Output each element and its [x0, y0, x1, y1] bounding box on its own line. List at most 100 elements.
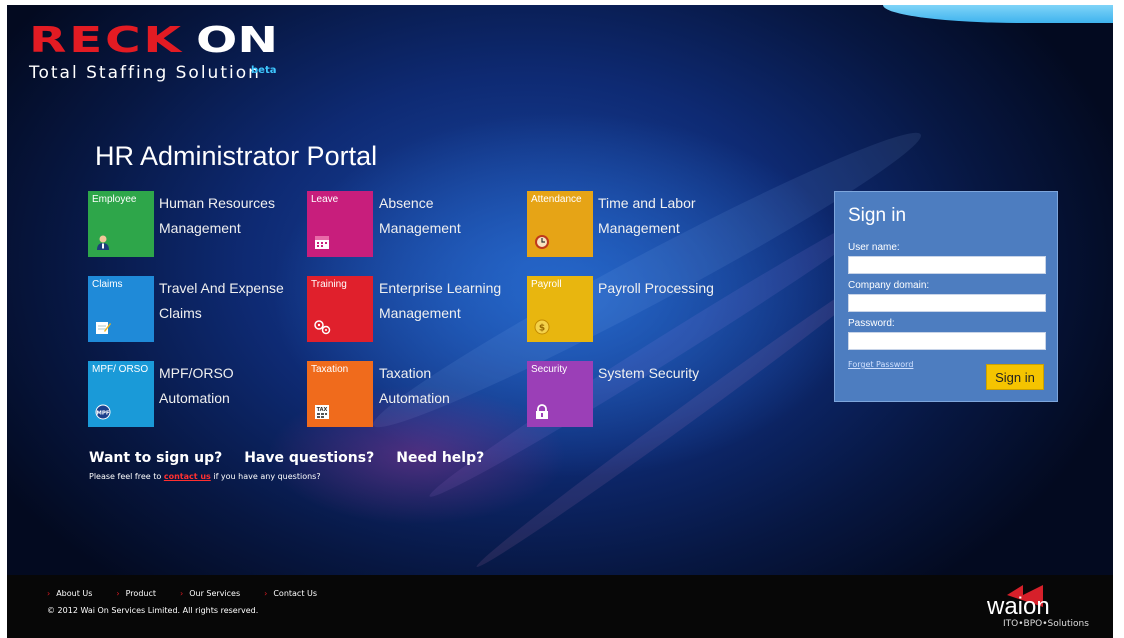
module-title-line1: Taxation: [379, 365, 432, 381]
module-title-line1: Payroll Processing: [598, 280, 714, 296]
module-title-learning[interactable]: Enterprise Learning Management: [379, 276, 529, 326]
tile-taxation[interactable]: Taxation TAX: [307, 361, 373, 427]
footer-link-label: Product: [125, 589, 156, 598]
signin-panel: Sign in User name: Company domain: Passw…: [834, 191, 1058, 402]
waion-wordmark: waion: [987, 593, 1050, 620]
module-title-security[interactable]: System Security: [598, 361, 748, 386]
tile-label: Payroll: [531, 279, 562, 290]
username-label: User name:: [848, 242, 900, 253]
company-domain-label: Company domain:: [848, 280, 930, 291]
cta-help[interactable]: Need help?: [396, 450, 484, 466]
forgot-password-link[interactable]: Forget Password: [848, 360, 913, 369]
mpf-icon: MPF: [94, 403, 112, 421]
module-title-line1: Travel And Expense: [159, 280, 284, 296]
logo-tagline: Total Staffing Solution: [29, 63, 261, 83]
tile-label: Attendance: [531, 194, 582, 205]
footer: › About Us › Product › Our Services › Contac…: [7, 575, 1113, 638]
username-field[interactable]: [848, 256, 1046, 274]
chevron-right-icon: ›: [264, 589, 268, 598]
footer-link-services[interactable]: › Our Services: [180, 589, 240, 598]
coin-icon: $: [533, 318, 551, 336]
module-title-line1: Human Resources: [159, 195, 275, 211]
module-title-line2: Automation: [159, 390, 230, 406]
tile-label: Security: [531, 364, 568, 375]
tile-payroll[interactable]: Payroll $: [527, 276, 593, 342]
signin-button[interactable]: Sign in: [986, 364, 1044, 390]
module-title-travel-expense[interactable]: Travel And Expense Claims: [159, 276, 309, 326]
tile-training[interactable]: Training: [307, 276, 373, 342]
password-label: Password:: [848, 318, 895, 329]
chevron-right-icon: ›: [116, 589, 120, 598]
cta-questions-text[interactable]: Have questions?: [244, 450, 374, 466]
module-title-line2: Claims: [159, 305, 202, 321]
page-title: HR Administrator Portal: [95, 141, 378, 171]
module-title-line1: System Security: [598, 365, 700, 381]
cta-questions: Want to sign up? Have questions? Need he…: [89, 450, 484, 466]
calendar-icon: [313, 233, 331, 251]
tile-label: Claims: [92, 279, 123, 290]
footer-link-about[interactable]: › About Us: [47, 589, 92, 598]
module-title-hr[interactable]: Human Resources Management: [159, 191, 309, 241]
tile-security[interactable]: Security: [527, 361, 593, 427]
tile-label: Taxation: [311, 364, 349, 375]
svg-text:TAX: TAX: [317, 407, 328, 413]
module-title-line2: Management: [159, 220, 241, 236]
footer-link-contact[interactable]: › Contact Us: [264, 589, 317, 598]
cta-sub-prefix: Please feel free to: [89, 472, 162, 481]
tile-employee[interactable]: Employee: [88, 191, 154, 257]
tile-leave[interactable]: Leave: [307, 191, 373, 257]
signin-title: Sign in: [848, 205, 907, 226]
note-icon: [94, 318, 112, 336]
svg-text:$: $: [539, 324, 545, 334]
beta-badge: beta: [251, 65, 277, 76]
tile-attendance[interactable]: Attendance: [527, 191, 593, 257]
footer-link-label: About Us: [56, 589, 93, 598]
svg-text:MPF: MPF: [96, 411, 110, 417]
logo-white-text: ON: [195, 20, 278, 61]
copyright: © 2012 Wai On Services Limited. All righ…: [47, 606, 259, 615]
tile-mpf-orso[interactable]: MPF/ ORSO MPF: [88, 361, 154, 427]
footer-link-label: Contact Us: [273, 589, 318, 598]
contact-us-link[interactable]: contact us: [164, 472, 211, 481]
tile-claims[interactable]: Claims: [88, 276, 154, 342]
cta-signup[interactable]: Want to sign up?: [89, 450, 222, 466]
lock-icon: [533, 403, 551, 421]
password-field[interactable]: [848, 332, 1046, 350]
module-title-line1: Enterprise Learning: [379, 280, 502, 296]
module-title-line2: Automation: [379, 390, 450, 406]
tax-icon: TAX: [313, 403, 331, 421]
clock-icon: [533, 233, 551, 251]
corner-tab: [883, 5, 1113, 23]
reckon-logo[interactable]: RECK ON Total Staffing Solution: [29, 20, 278, 84]
company-domain-field[interactable]: [848, 294, 1046, 312]
module-title-taxation[interactable]: Taxation Automation: [379, 361, 529, 411]
footer-link-product[interactable]: › Product: [116, 589, 156, 598]
tile-label: Training: [311, 279, 347, 290]
module-title-line2: Management: [598, 220, 680, 236]
waion-tagline: ITO•BPO•Solutions: [1003, 619, 1089, 629]
footer-nav: › About Us › Product › Our Services › Contac…: [47, 589, 317, 598]
user-icon: [94, 233, 112, 251]
logo-wordmark: RECK ON: [29, 20, 278, 61]
page-background: RECK ON Total Staffing Solution beta HR …: [7, 5, 1113, 638]
gears-icon: [313, 318, 331, 336]
module-title-mpf-orso[interactable]: MPF/ORSO Automation: [159, 361, 309, 411]
tile-label: MPF/ ORSO: [92, 364, 149, 375]
waion-logo[interactable]: waion ITO•BPO•Solutions: [987, 581, 1089, 638]
module-title-line1: Time and Labor: [598, 195, 696, 211]
module-title-time-labor[interactable]: Time and Labor Management: [598, 191, 748, 241]
module-title-payroll[interactable]: Payroll Processing: [598, 276, 748, 301]
logo-red-text: RECK: [29, 20, 184, 61]
module-title-line2: Management: [379, 220, 461, 236]
cta-subtext: Please feel free to contact us if you ha…: [89, 472, 321, 481]
module-title-line2: Management: [379, 305, 461, 321]
module-title-line1: Absence: [379, 195, 434, 211]
chevron-right-icon: ›: [180, 589, 184, 598]
footer-link-label: Our Services: [189, 589, 241, 598]
cta-sub-suffix: if you have any questions?: [213, 472, 321, 481]
tile-label: Leave: [311, 194, 339, 205]
chevron-right-icon: ›: [47, 589, 51, 598]
module-title-line1: MPF/ORSO: [159, 365, 234, 381]
module-title-absence[interactable]: Absence Management: [379, 191, 529, 241]
tile-label: Employee: [92, 194, 137, 205]
